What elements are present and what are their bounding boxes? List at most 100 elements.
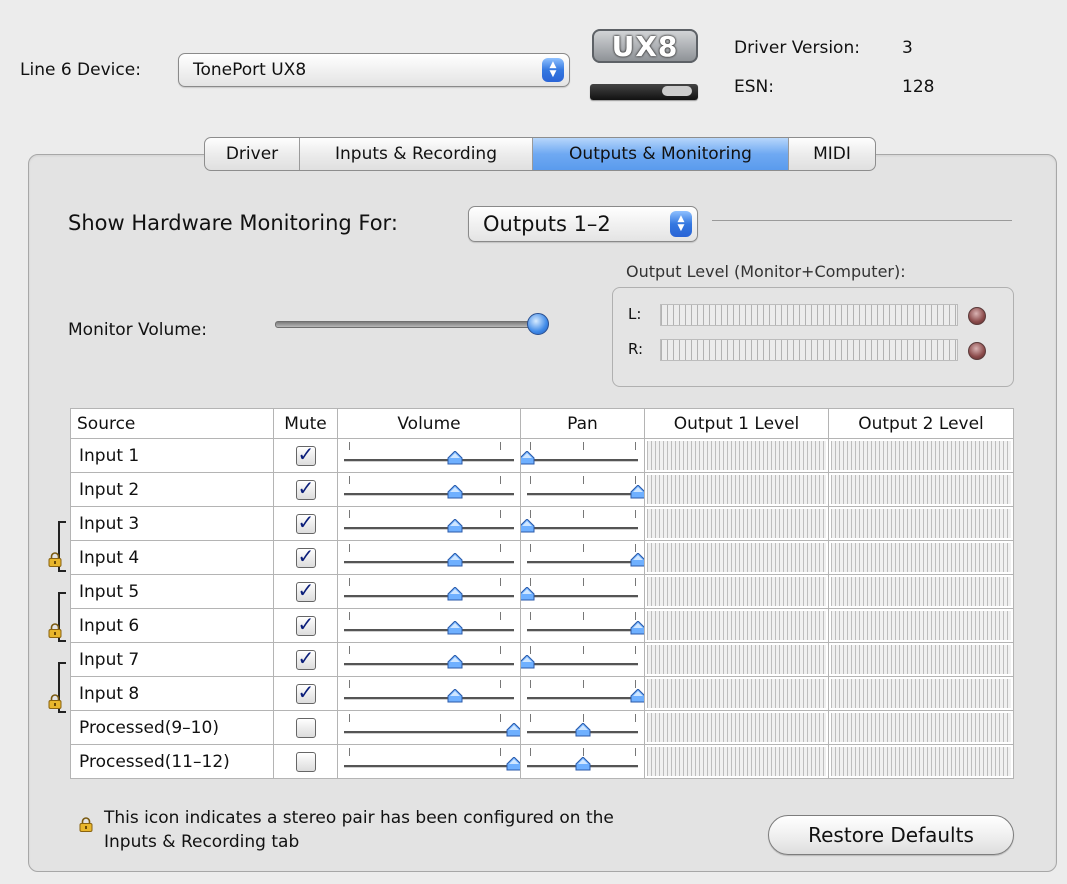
mute-checkbox[interactable]: [295, 442, 316, 466]
pan-slider[interactable]: [527, 542, 644, 574]
mute-checkbox[interactable]: [295, 612, 316, 636]
header-pan: Pan: [520, 408, 645, 439]
volume-slider[interactable]: [344, 576, 514, 608]
row-source-label: Input 8: [70, 676, 274, 711]
mute-checkbox[interactable]: [295, 544, 316, 568]
volume-slider-knob[interactable]: [447, 553, 463, 567]
monitor-volume-track[interactable]: [275, 321, 539, 328]
row-output-2-level: [828, 676, 1014, 711]
monitor-volume-knob[interactable]: [527, 313, 549, 335]
volume-slider[interactable]: [344, 644, 514, 676]
mute-checkbox[interactable]: [295, 510, 316, 534]
lock-icon: [79, 817, 93, 832]
pan-slider-knob[interactable]: [630, 689, 644, 703]
volume-slider-knob[interactable]: [447, 451, 463, 465]
pan-slider[interactable]: [527, 678, 644, 710]
volume-slider-knob[interactable]: [447, 485, 463, 499]
output-2-level-meter: [831, 679, 1011, 708]
pan-slider[interactable]: [521, 440, 638, 472]
volume-slider[interactable]: [344, 440, 514, 472]
tab-midi[interactable]: MIDI: [789, 138, 875, 170]
table-header-row: Source Mute Volume Pan Output 1 Level Ou…: [70, 408, 1014, 439]
output-1-level-meter: [647, 543, 826, 572]
volume-slider-knob[interactable]: [447, 587, 463, 601]
left-clip-led-icon: [968, 307, 986, 325]
mute-checkbox[interactable]: [295, 680, 316, 704]
device-select[interactable]: TonePort UX8 ▲ ▼: [178, 53, 570, 87]
header-source: Source: [70, 408, 274, 439]
row-output-2-level: [828, 744, 1014, 779]
row-output-1-level: [644, 642, 829, 677]
row-mute-cell: [273, 676, 338, 711]
separator-line: [712, 220, 1012, 221]
table-row: Input 1: [70, 438, 1014, 473]
pan-slider[interactable]: [527, 474, 644, 506]
output-1-level-meter: [647, 509, 826, 538]
output-2-level-meter: [831, 509, 1011, 538]
table-row: Input 5: [70, 574, 1014, 609]
volume-slider-knob[interactable]: [506, 757, 520, 771]
tab-inputs-recording[interactable]: Inputs & Recording: [300, 138, 533, 170]
output-2-level-meter: [831, 475, 1011, 504]
mute-checkbox[interactable]: [295, 578, 316, 602]
pan-slider[interactable]: [521, 508, 638, 540]
output-2-level-meter: [831, 441, 1011, 470]
mute-checkbox[interactable]: [295, 476, 316, 500]
table-row: Processed(9–10): [70, 710, 1014, 745]
pan-slider-knob[interactable]: [630, 621, 644, 635]
row-output-1-level: [644, 506, 829, 541]
pan-slider-knob[interactable]: [521, 519, 536, 533]
volume-slider-knob[interactable]: [447, 519, 463, 533]
row-pan-cell: [520, 642, 645, 677]
header-mute: Mute: [273, 408, 338, 439]
row-source-label: Input 4: [70, 540, 274, 575]
driver-version-value: 3: [902, 38, 913, 58]
row-pan-cell: [520, 676, 645, 711]
volume-slider[interactable]: [344, 746, 520, 778]
volume-slider-knob[interactable]: [447, 621, 463, 635]
table-row: Input 6: [70, 608, 1014, 643]
row-output-1-level: [644, 676, 829, 711]
row-mute-cell: [273, 642, 338, 677]
output-1-level-meter: [647, 679, 826, 708]
volume-slider-knob[interactable]: [447, 655, 463, 669]
mute-checkbox[interactable]: [295, 717, 316, 738]
tab-outputs-monitoring[interactable]: Outputs & Monitoring: [533, 138, 789, 170]
output-2-level-meter: [831, 747, 1011, 776]
pan-slider-knob[interactable]: [521, 587, 536, 601]
row-output-2-level: [828, 472, 1014, 507]
restore-defaults-button[interactable]: Restore Defaults: [768, 815, 1014, 855]
tab-driver[interactable]: Driver: [205, 138, 300, 170]
pan-slider-knob[interactable]: [630, 485, 644, 499]
volume-slider[interactable]: [344, 508, 514, 540]
volume-slider[interactable]: [344, 712, 520, 744]
outputs-select[interactable]: Outputs 1–2 ▲ ▼: [468, 206, 698, 242]
pan-slider[interactable]: [527, 610, 644, 642]
row-source-label: Input 6: [70, 608, 274, 643]
pan-slider[interactable]: [521, 576, 638, 608]
volume-slider[interactable]: [344, 678, 514, 710]
pan-slider-knob[interactable]: [575, 723, 591, 737]
pan-slider[interactable]: [527, 712, 638, 744]
pan-slider[interactable]: [527, 746, 638, 778]
mute-checkbox[interactable]: [295, 751, 316, 772]
output-1-level-meter: [647, 747, 826, 776]
mixer-table: Source Mute Volume Pan Output 1 Level Ou…: [70, 408, 1014, 779]
pan-slider-knob[interactable]: [575, 757, 591, 771]
row-pan-cell: [520, 438, 645, 473]
pan-slider-knob[interactable]: [521, 655, 536, 669]
row-source-label: Processed(11–12): [70, 744, 274, 779]
volume-slider-knob[interactable]: [506, 723, 520, 737]
volume-slider-knob[interactable]: [447, 689, 463, 703]
header-volume: Volume: [337, 408, 521, 439]
pan-slider-knob[interactable]: [521, 451, 536, 465]
row-output-2-level: [828, 438, 1014, 473]
volume-slider[interactable]: [344, 610, 514, 642]
output-2-level-meter: [831, 645, 1011, 674]
row-volume-cell: [337, 540, 521, 575]
pan-slider[interactable]: [521, 644, 638, 676]
volume-slider[interactable]: [344, 542, 514, 574]
volume-slider[interactable]: [344, 474, 514, 506]
mute-checkbox[interactable]: [295, 646, 316, 670]
pan-slider-knob[interactable]: [630, 553, 644, 567]
